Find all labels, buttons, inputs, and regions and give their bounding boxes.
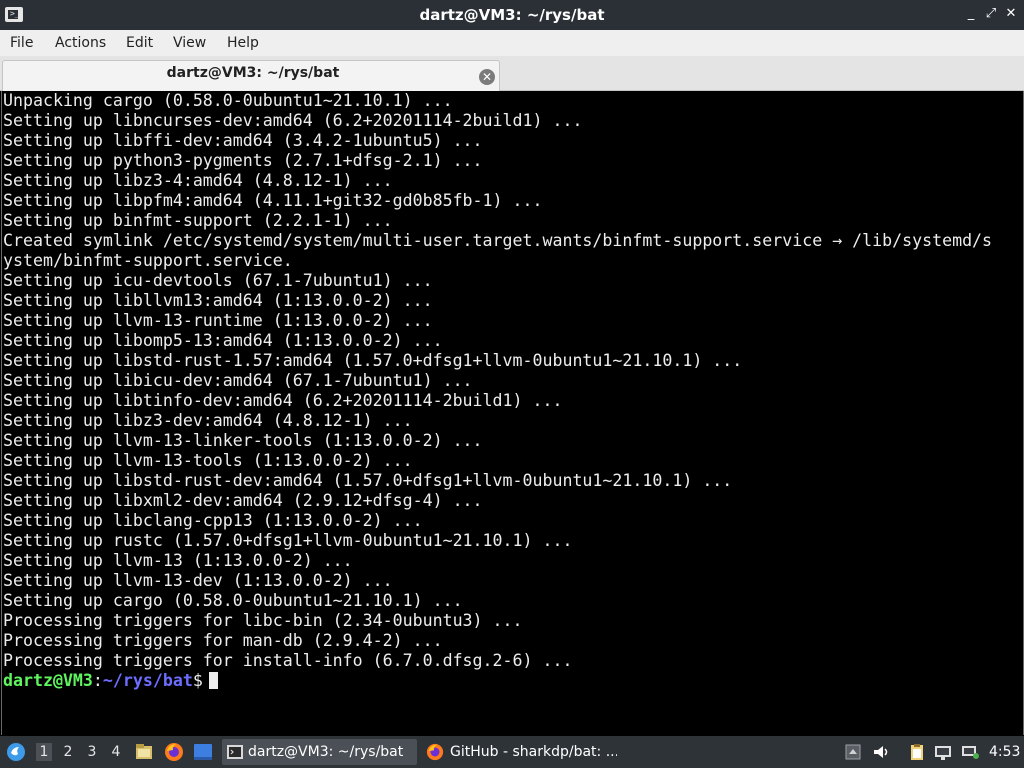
terminal-prompt-line[interactable]: dartz@VM3:~/rys/bat$ [2, 671, 1023, 691]
menu-edit[interactable]: Edit [126, 35, 153, 51]
workspace-1[interactable]: 1 [36, 743, 52, 761]
terminal-line: Setting up llvm-13-dev (1:13.0.0-2) ... [3, 571, 393, 590]
terminal-line: Setting up llvm-13-tools (1:13.0.0-2) ..… [3, 451, 413, 470]
terminal-line: Setting up libffi-dev:amd64 (3.4.2-1ubun… [3, 131, 483, 150]
terminal-line: Processing triggers for libc-bin (2.34-0… [3, 611, 523, 630]
terminal-line: Created symlink /etc/systemd/system/mult… [3, 231, 993, 250]
minimize-icon: _ [967, 6, 975, 21]
terminal-line: Setting up libtinfo-dev:amd64 (6.2+20201… [3, 391, 563, 410]
terminal-line: Processing triggers for man-db (2.9.4-2)… [3, 631, 443, 650]
terminal-line: Setting up icu-devtools (67.1-7ubuntu1) … [3, 271, 433, 290]
volume-icon[interactable] [871, 742, 891, 762]
terminal-line: Setting up libpfm4:amd64 (4.11.1+git32-g… [3, 191, 543, 210]
menu-view[interactable]: View [173, 35, 206, 51]
terminal-line: Setting up llvm-13-linker-tools (1:13.0.… [3, 431, 483, 450]
menu-file[interactable]: File [10, 35, 33, 51]
terminal-line: Setting up libicu-dev:amd64 (67.1-7ubunt… [3, 371, 473, 390]
terminal-line: Unpacking cargo (0.58.0-0ubuntu1~21.10.1… [3, 91, 453, 110]
clipboard-icon[interactable] [907, 742, 927, 762]
terminal-line: Setting up llvm-13-runtime (1:13.0.0-2) … [3, 311, 433, 330]
terminal-line: Setting up python3-pygments (2.7.1+dfsg-… [3, 151, 483, 170]
terminal-line: Setting up libstd-rust-dev:amd64 (1.57.0… [3, 471, 733, 490]
terminal-line: Setting up rustc (1.57.0+dfsg1+llvm-0ubu… [3, 531, 573, 550]
task-terminal[interactable]: dartz@VM3: ~/rys/bat [222, 739, 417, 765]
task-terminal-label: dartz@VM3: ~/rys/bat [248, 744, 404, 760]
terminal-line: Setting up binfmt-support (2.2.1-1) ... [3, 211, 393, 230]
terminal-line: Processing triggers for install-info (6.… [3, 651, 573, 670]
minimize-button[interactable]: _ [962, 5, 980, 23]
terminal-line: Setting up libncurses-dev:amd64 (6.2+202… [3, 111, 583, 130]
menu-actions[interactable]: Actions [55, 35, 106, 51]
window-titlebar[interactable]: >_ dartz@VM3: ~/rys/bat _ ⤢ ✕ [0, 0, 1024, 30]
terminal-lines: Unpacking cargo (0.58.0-0ubuntu1~21.10.1… [2, 91, 1023, 671]
scroll-up-icon[interactable] [843, 742, 863, 762]
network-icon[interactable] [933, 742, 953, 762]
show-desktop-icon[interactable] [193, 743, 213, 761]
firefox-launcher-icon[interactable] [164, 742, 184, 762]
terminal-line: Setting up libclang-cpp13 (1:13.0.0-2) .… [3, 511, 423, 530]
terminal-line: Setting up libxml2-dev:amd64 (2.9.12+dfs… [3, 491, 483, 510]
close-button[interactable]: ✕ [1002, 5, 1020, 23]
terminal-line: Setting up libstd-rust-1.57:amd64 (1.57.… [3, 351, 743, 370]
workspace-2[interactable]: 2 [60, 743, 76, 761]
terminal-line: ystem/binfmt-support.service. [3, 251, 293, 270]
workspace-4[interactable]: 4 [108, 743, 124, 761]
prompt-symbol: $ [192, 671, 203, 690]
prompt-user: dartz@VM3 [3, 671, 93, 690]
terminal-line: Setting up libomp5-13:amd64 (1:13.0.0-2)… [3, 331, 443, 350]
tab-bar: ✕ dartz@VM3: ~/rys/bat [0, 56, 1024, 91]
maximize-button[interactable]: ⤢ [982, 5, 1000, 23]
tab-label: dartz@VM3: ~/rys/bat [166, 65, 340, 81]
task-firefox-label: GitHub - sharkdp/bat: ... [450, 744, 617, 760]
terminal-line: Setting up libllvm13:amd64 (1:13.0.0-2) … [3, 291, 433, 310]
prompt-separator: : [92, 671, 103, 690]
clock[interactable]: 4:53 [989, 736, 1020, 768]
terminal-line: Setting up libz3-4:amd64 (4.8.12-1) ... [3, 171, 393, 190]
task-firefox[interactable]: GitHub - sharkdp/bat: ... [422, 739, 617, 765]
terminal-line: Setting up cargo (0.58.0-0ubuntu1~21.10.… [3, 591, 463, 610]
text-cursor [208, 672, 218, 689]
window-title: dartz@VM3: ~/rys/bat [419, 6, 605, 24]
close-icon: ✕ [1005, 6, 1017, 21]
start-menu-icon[interactable] [6, 742, 26, 762]
terminal-output[interactable]: Unpacking cargo (0.58.0-0ubuntu1~21.10.1… [1, 91, 1024, 735]
terminal-line: Setting up libz3-dev:amd64 (4.8.12-1) ..… [3, 411, 413, 430]
file-manager-icon[interactable] [134, 742, 154, 762]
maximize-icon: ⤢ [985, 6, 997, 21]
terminal-line: Setting up llvm-13 (1:13.0.0-2) ... [3, 551, 353, 570]
menu-help[interactable]: Help [227, 35, 259, 51]
taskbar: 1 2 3 4 dartz@VM3: ~/rys/bat GitHub - sh… [0, 736, 1024, 768]
firefox-icon [426, 743, 444, 761]
prompt-path: ~/rys/bat [102, 671, 193, 690]
display-icon[interactable] [960, 742, 980, 762]
menu-bar: File Actions Edit View Help [0, 30, 1024, 56]
workspace-3[interactable]: 3 [84, 743, 100, 761]
terminal-icon [227, 745, 243, 759]
